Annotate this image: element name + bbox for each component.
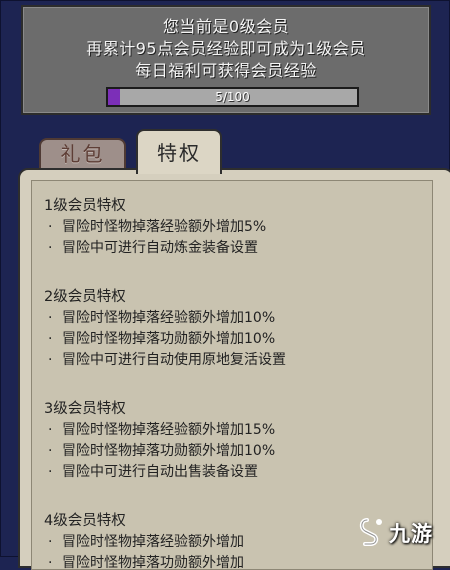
bullet-icon: · bbox=[48, 534, 53, 550]
level-title: 2级会员特权 bbox=[44, 289, 126, 305]
privilege-list: 1级会员特权 · 冒险时怪物掉落经验额外增加5% · 冒险中可进行自动炼金装备设置 … bbox=[31, 180, 433, 570]
bullet-icon: · bbox=[48, 331, 53, 347]
list-item: · 冒险时怪物掉落经验额外增加5% bbox=[44, 217, 266, 238]
list-item: · 冒险时怪物掉落经验额外增加10% bbox=[44, 308, 286, 329]
bullet-icon: · bbox=[48, 352, 53, 368]
list-item: · 冒险中可进行自动炼金装备设置 bbox=[44, 238, 266, 259]
vip-next-level-text: 再累计95点会员经验即可成为1级会员 bbox=[86, 39, 366, 58]
vip-exp-progress-bar: 5/100 bbox=[106, 87, 359, 107]
tab-gift[interactable]: 礼包 bbox=[39, 138, 126, 172]
vip-daily-text: 每日福利可获得会员经验 bbox=[135, 61, 317, 80]
vip-exp-progress-text: 5/100 bbox=[215, 90, 250, 104]
list-item: · 冒险中可进行自动使用原地复活设置 bbox=[44, 350, 286, 371]
level-2-privileges: 2级会员特权 · 冒险时怪物掉落经验额外增加10% · 冒险时怪物掉落功勋额外增加1… bbox=[44, 286, 286, 371]
watermark: 九游 bbox=[359, 516, 445, 550]
vip-status-panel: 您当前是0级会员 再累计95点会员经验即可成为1级会员 每日福利可获得会员经验 … bbox=[21, 5, 431, 115]
list-item: · 冒险中可进行自动出售装备设置 bbox=[44, 462, 275, 483]
level-3-privileges: 3级会员特权 · 冒险时怪物掉落经验额外增加15% · 冒险时怪物掉落功勋额外增加1… bbox=[44, 398, 275, 483]
tab-privilege[interactable]: 特权 bbox=[136, 129, 222, 174]
level-4-privileges: 4级会员特权 · 冒险时怪物掉落经验额外增加 · 冒险时怪物掉落功勋额外增加 bbox=[44, 510, 244, 570]
jiuyou-logo-icon bbox=[359, 518, 382, 546]
list-item: · 冒险时怪物掉落经验额外增加15% bbox=[44, 420, 275, 441]
watermark-text: 九游 bbox=[389, 522, 433, 546]
list-item: · 冒险时怪物掉落功勋额外增加10% bbox=[44, 441, 275, 462]
level-title: 3级会员特权 bbox=[44, 401, 126, 417]
bullet-icon: · bbox=[48, 555, 53, 570]
level-title: 1级会员特权 bbox=[44, 198, 126, 214]
list-item: · 冒险时怪物掉落功勋额外增加10% bbox=[44, 329, 286, 350]
bullet-icon: · bbox=[48, 310, 53, 326]
level-title: 4级会员特权 bbox=[44, 513, 126, 529]
bullet-icon: · bbox=[48, 422, 53, 438]
list-item: · 冒险时怪物掉落经验额外增加 bbox=[44, 532, 244, 553]
level-1-privileges: 1级会员特权 · 冒险时怪物掉落经验额外增加5% · 冒险中可进行自动炼金装备设置 bbox=[44, 195, 266, 259]
vip-level-text: 您当前是0级会员 bbox=[162, 17, 290, 36]
bullet-icon: · bbox=[48, 464, 53, 480]
bullet-icon: · bbox=[48, 443, 53, 459]
bullet-icon: · bbox=[48, 240, 53, 256]
bullet-icon: · bbox=[48, 219, 53, 235]
list-item: · 冒险时怪物掉落功勋额外增加 bbox=[44, 553, 244, 570]
